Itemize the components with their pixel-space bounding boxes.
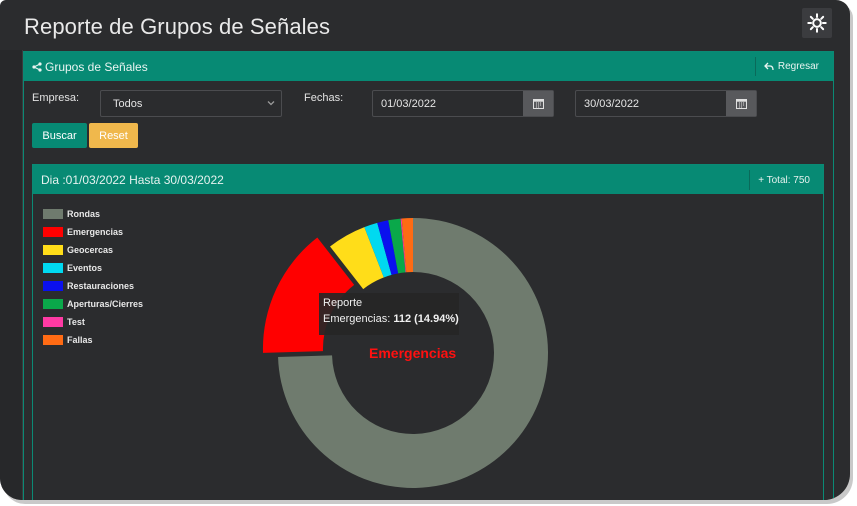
donut-center-label: Emergencias <box>369 345 457 361</box>
date-from-value: 01/03/2022 <box>381 97 437 110</box>
panel-header: Grupos de Señales Regresar <box>24 52 833 81</box>
chart-panel: Dia :01/03/2022 Hasta 30/03/2022 + Total… <box>32 164 824 500</box>
share-icon <box>32 62 42 72</box>
date-to-value: 30/03/2022 <box>584 97 640 110</box>
fechas-label: Fechas: <box>304 92 344 104</box>
empresa-value: Todos <box>113 97 143 110</box>
date-from-calendar-button[interactable] <box>523 91 553 116</box>
date-from-input[interactable]: 01/03/2022 <box>372 90 554 117</box>
date-to-input[interactable]: 30/03/2022 <box>575 90 757 117</box>
chevron-down-icon <box>267 101 275 106</box>
calendar-icon <box>735 99 747 109</box>
tooltip-title: Reporte <box>323 297 363 309</box>
empresa-select[interactable]: Todos <box>100 90 282 117</box>
date-to-calendar-button[interactable] <box>726 91 756 116</box>
back-label: Regresar <box>777 61 819 72</box>
tooltip-line: Emergencias: 112 (14.94%) <box>323 311 459 327</box>
gear-icon <box>807 13 827 33</box>
sidebar-edge <box>0 50 23 500</box>
search-button[interactable]: Buscar <box>32 123 87 148</box>
calendar-icon <box>532 99 544 109</box>
tooltip-label: Emergencias: <box>323 313 391 325</box>
reset-button[interactable]: Reset <box>89 123 138 148</box>
app-window: Reporte de Grupos de Señales Grupos de S… <box>0 0 850 500</box>
panel-title: Grupos de Señales <box>32 60 148 74</box>
empresa-label: Empresa: <box>32 92 80 104</box>
tooltip-value: 112 (14.94%) <box>393 313 459 325</box>
back-button[interactable]: Regresar <box>754 57 833 76</box>
page-title: Reporte de Grupos de Señales <box>24 14 331 39</box>
chart-tooltip: Reporte Emergencias: 112 (14.94%) <box>319 293 459 335</box>
panel-title-text: Grupos de Señales <box>45 60 148 74</box>
reply-icon <box>763 62 774 71</box>
settings-button[interactable] <box>802 8 832 38</box>
